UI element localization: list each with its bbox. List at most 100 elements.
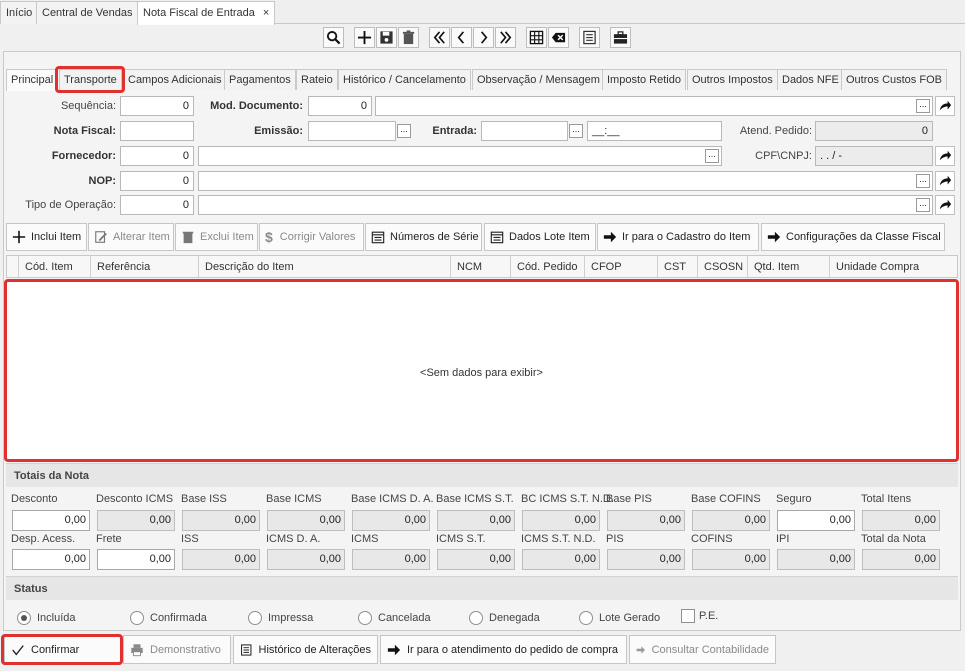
nop-goto-arrow-icon[interactable] [935,171,955,191]
total-value-field: 0,00 [692,510,770,531]
entrada-calendar-button[interactable]: ... [569,124,583,138]
status-option-label: Impressa [268,612,314,624]
mod-documento-lookup-button[interactable]: ... [916,99,930,113]
sequencia-input[interactable]: 0 [120,96,194,116]
trash-icon[interactable] [398,27,419,48]
exclui-item-button[interactable]: Exclui Item [175,223,258,251]
fornecedor-input[interactable]: 0 [120,146,194,166]
close-icon[interactable]: × [263,7,269,19]
configuracoes-classe-fiscal-button[interactable]: Configurações da Classe Fiscal [761,223,945,251]
emissao-input[interactable] [308,121,396,141]
column-header[interactable]: Cód. Item [18,256,90,277]
total-value-field[interactable]: 0,00 [12,549,90,570]
arrow-right-icon [603,231,617,243]
grid-icon[interactable] [526,27,547,48]
tab-dados-nfe[interactable]: Dados NFE [777,69,844,90]
tab-outros-custos-fob[interactable]: Outros Custos FOB [841,69,947,90]
tipo-operacao-goto-arrow-icon[interactable] [935,195,955,215]
tab-central-vendas[interactable]: Central de Vendas [36,1,139,24]
total-label: PIS [606,533,624,545]
total-value-field[interactable]: 0,00 [12,510,90,531]
fornecedor-lookup-button[interactable]: ... [705,149,719,163]
clear-icon[interactable] [548,27,569,48]
inclui-item-button[interactable]: Inclui Item [6,223,87,251]
confirmar-highlight [1,634,123,665]
tab-nota-fiscal-entrada[interactable]: Nota Fiscal de Entrada × [137,1,276,25]
tab-campos-adicionais[interactable]: Campos Adicionais [123,69,227,90]
previous-record-icon[interactable] [451,27,472,48]
entrada-input[interactable] [481,121,568,141]
report-icon[interactable] [579,27,600,48]
cpf-cnpj-label: CPF\CNPJ: [755,150,812,162]
tab-outros-impostos[interactable]: Outros Impostos [687,69,778,90]
column-header[interactable]: Cód. Pedido [510,256,584,277]
ir-atendimento-pedido-button[interactable]: Ir para o atendimento do pedido de compr… [380,635,627,664]
column-header[interactable]: NCM [450,256,510,277]
plus-icon[interactable] [354,27,375,48]
column-header[interactable]: CFOP [584,256,657,277]
total-label: Desconto [11,493,58,505]
total-value-field: 0,00 [777,549,855,570]
tab-inicio[interactable]: Início [0,1,39,24]
status-radio-lote-gerado[interactable]: Lote Gerado [579,611,660,625]
first-record-icon[interactable] [429,27,450,48]
demonstrativo-button[interactable]: Demonstrativo [123,635,231,664]
fornecedor-goto-arrow-icon[interactable] [935,146,955,166]
tab-observacao-mensagem[interactable]: Observação / Mensagem [472,69,605,90]
column-header[interactable]: CST [657,256,697,277]
tab-historico-cancelamento[interactable]: Histórico / Cancelamento [338,69,471,90]
column-header[interactable]: Referência [90,256,198,277]
tab-rateio[interactable]: Rateio [296,69,338,90]
corrigir-valores-button[interactable]: $ Corrigir Valores [259,223,364,251]
total-value-field[interactable]: 0,00 [777,510,855,531]
save-icon[interactable] [376,27,397,48]
column-header[interactable]: Qtd. Item [747,256,829,277]
emissao-calendar-button[interactable]: ... [397,124,411,138]
pe-checkbox[interactable]: P.E. [681,609,718,623]
nop-input[interactable]: 0 [120,171,194,191]
tipo-operacao-input[interactable]: 0 [120,195,194,215]
column-header[interactable]: Descrição do Item [198,256,450,277]
briefcase-icon[interactable] [610,27,631,48]
entrada-time-input[interactable]: __:__ [587,121,722,141]
status-radio-impressa[interactable]: Impressa [248,611,313,625]
total-label: Base COFINS [691,493,761,505]
mod-documento-description[interactable] [375,96,933,116]
column-header[interactable]: CSOSN [697,256,747,277]
total-label: ICMS S.T. N.D. [521,533,596,545]
next-record-icon[interactable] [473,27,494,48]
tipo-operacao-description-input[interactable] [198,195,933,215]
search-icon[interactable] [323,27,344,48]
fornecedor-name-input[interactable] [198,146,722,166]
status-radio-incluida[interactable]: Incluída [17,611,76,625]
tab-principal[interactable]: Principal [6,69,59,91]
nop-lookup-button[interactable]: ... [916,174,930,188]
total-label: ICMS [351,533,379,545]
nota-fiscal-input[interactable] [120,121,194,141]
tab-pagamentos[interactable]: Pagamentos [224,69,296,90]
historico-alteracoes-button[interactable]: Histórico de Alterações [233,635,378,664]
status-radio-cancelada[interactable]: Cancelada [358,611,431,625]
last-record-icon[interactable] [495,27,516,48]
numeros-serie-button[interactable]: Números de Série [365,223,482,251]
consultar-contabilidade-button[interactable]: Consultar Contabilidade [629,635,776,664]
total-label: Base ICMS [266,493,322,505]
total-label: COFINS [691,533,733,545]
report-icon [241,643,252,656]
total-label: IPI [776,533,790,545]
column-header[interactable]: Unidade Compra [829,256,957,277]
items-grid-body[interactable]: <Sem dados para exibir> [4,279,959,462]
alterar-item-button[interactable]: Alterar Item [88,223,174,251]
status-radio-confirmada[interactable]: Confirmada [130,611,207,625]
status-radio-denegada[interactable]: Denegada [469,611,540,625]
nop-description-input[interactable] [198,171,933,191]
ir-cadastro-item-button[interactable]: Ir para o Cadastro do Item [597,223,759,251]
mod-documento-input[interactable]: 0 [308,96,372,116]
dados-lote-item-button[interactable]: Dados Lote Item [484,223,596,251]
total-label: ICMS S.T. [436,533,486,545]
mod-documento-goto-arrow-icon[interactable] [935,96,955,116]
total-value-field[interactable]: 0,00 [97,549,175,570]
tipo-operacao-lookup-button[interactable]: ... [916,198,930,212]
radio-icon [469,611,483,625]
tab-imposto-retido[interactable]: Imposto Retido [602,69,686,90]
